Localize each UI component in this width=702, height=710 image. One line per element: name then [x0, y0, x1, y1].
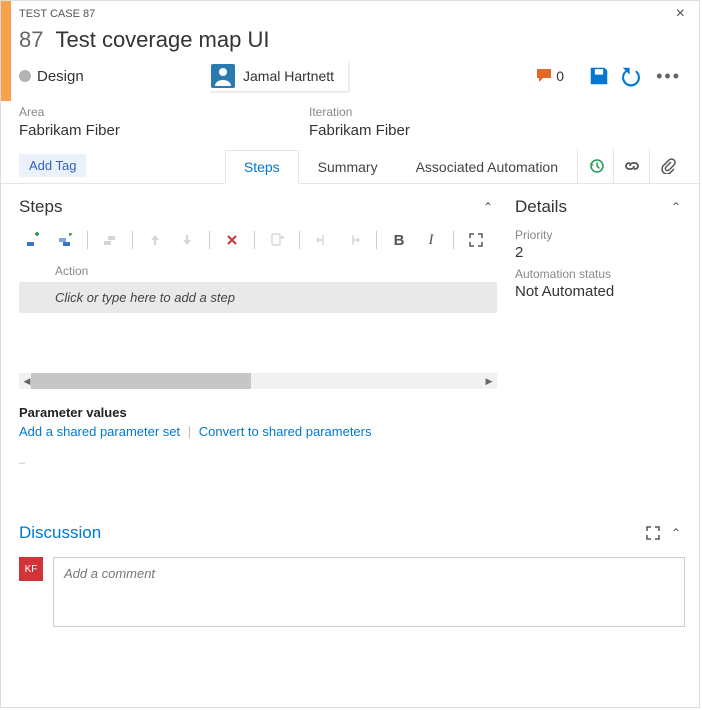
- fullscreen-button[interactable]: [462, 226, 490, 254]
- move-down-button[interactable]: [173, 226, 201, 254]
- attach-file-button[interactable]: [263, 226, 291, 254]
- comment-count[interactable]: 0: [537, 68, 564, 84]
- current-user-avatar: KF: [19, 557, 43, 581]
- close-button[interactable]: ×: [672, 5, 689, 23]
- refresh-button[interactable]: [620, 65, 642, 87]
- add-tag-button[interactable]: Add Tag: [19, 154, 86, 177]
- assignee-name: Jamal Hartnett: [243, 68, 334, 84]
- state-field[interactable]: Design: [19, 68, 199, 85]
- add-comment-input[interactable]: Add a comment: [53, 557, 685, 627]
- area-label: Area: [19, 105, 269, 119]
- tab-steps[interactable]: Steps: [225, 150, 299, 184]
- steps-section-title: Steps: [19, 197, 62, 217]
- collapsed-section-indicator[interactable]: –: [19, 457, 497, 469]
- state-value: Design: [37, 68, 84, 85]
- convert-shared-parameters-link[interactable]: Convert to shared parameters: [199, 424, 372, 439]
- area-value[interactable]: Fabrikam Fiber: [19, 122, 269, 139]
- indent-button[interactable]: [340, 226, 368, 254]
- steps-toolbar: B I: [19, 224, 497, 260]
- automation-status-label: Automation status: [515, 267, 685, 281]
- add-shared-parameter-link[interactable]: Add a shared parameter set: [19, 424, 180, 439]
- more-actions-button[interactable]: •••: [652, 66, 685, 87]
- italic-button[interactable]: I: [417, 226, 445, 254]
- discussion-fullscreen-button[interactable]: [639, 519, 667, 547]
- links-icon[interactable]: [613, 149, 649, 183]
- work-item-type-label: TEST CASE 87: [19, 8, 95, 20]
- priority-value[interactable]: 2: [515, 244, 685, 261]
- scroll-right-icon[interactable]: ▶: [483, 376, 495, 387]
- work-item-title[interactable]: Test coverage map UI: [55, 27, 269, 53]
- details-section-title: Details: [515, 197, 567, 217]
- add-step-input[interactable]: Click or type here to add a step: [19, 282, 497, 313]
- priority-label: Priority: [515, 228, 685, 242]
- collapse-discussion-icon[interactable]: ⌃: [667, 522, 685, 544]
- steps-horizontal-scrollbar[interactable]: ◀ ▶: [19, 373, 497, 389]
- bold-button[interactable]: B: [385, 226, 413, 254]
- scrollbar-thumb[interactable]: [31, 373, 251, 389]
- delete-step-button[interactable]: [218, 226, 246, 254]
- work-item-id: 87: [19, 27, 43, 53]
- attachments-icon[interactable]: [649, 149, 685, 183]
- iteration-label: Iteration: [309, 105, 559, 119]
- tab-associated-automation[interactable]: Associated Automation: [397, 150, 577, 184]
- assignee-field[interactable]: Jamal Hartnett: [209, 61, 348, 91]
- outdent-button[interactable]: [308, 226, 336, 254]
- parameter-values-header: Parameter values: [19, 405, 497, 420]
- steps-column-action: Action: [19, 260, 497, 282]
- insert-shared-step-button[interactable]: [51, 226, 79, 254]
- collapse-steps-icon[interactable]: ⌃: [479, 196, 497, 218]
- iteration-value[interactable]: Fabrikam Fiber: [309, 122, 559, 139]
- tab-summary[interactable]: Summary: [299, 150, 397, 184]
- avatar-icon: [211, 64, 235, 88]
- insert-step-button[interactable]: [19, 226, 47, 254]
- create-shared-steps-button[interactable]: [96, 226, 124, 254]
- history-icon[interactable]: [577, 149, 613, 183]
- state-dot-icon: [19, 70, 31, 82]
- move-up-button[interactable]: [141, 226, 169, 254]
- automation-status-value[interactable]: Not Automated: [515, 283, 685, 300]
- discussion-title: Discussion: [19, 523, 101, 543]
- collapse-details-icon[interactable]: ⌃: [667, 196, 685, 218]
- save-button[interactable]: [588, 65, 610, 87]
